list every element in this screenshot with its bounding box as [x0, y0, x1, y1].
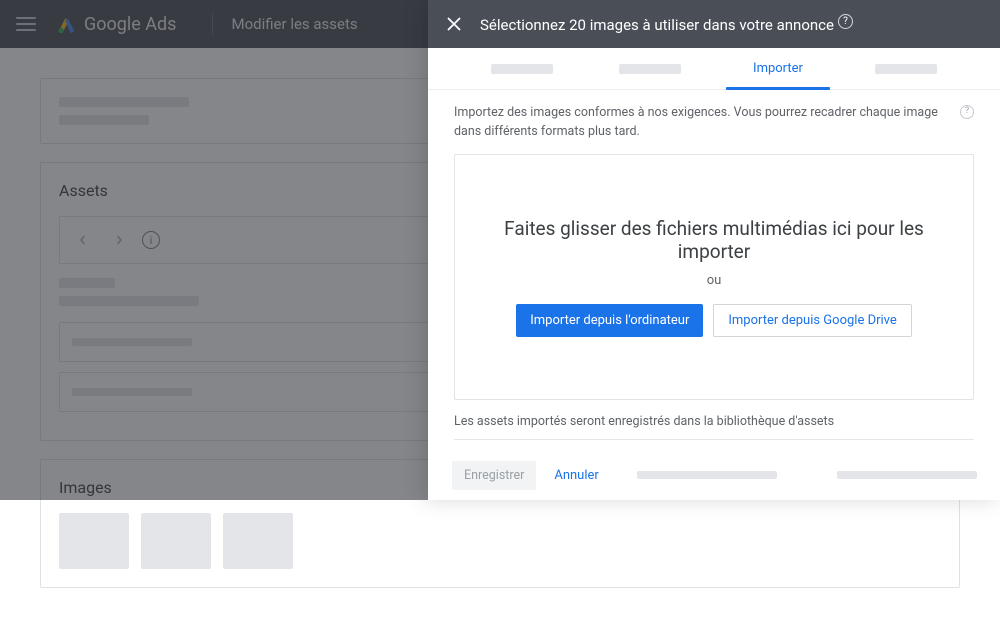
import-computer-button[interactable]: Importer depuis l'ordinateur [516, 304, 703, 337]
footer-placeholder [637, 471, 977, 479]
modal-footer: Enregistrer Annuler [428, 450, 1000, 500]
tab-placeholder[interactable] [586, 48, 714, 89]
tab-placeholder[interactable] [842, 48, 970, 89]
modal-tabs: Importer [428, 48, 1000, 90]
help-icon[interactable]: ? [838, 14, 853, 29]
dropzone-title: Faites glisser des fichiers multimédias … [475, 217, 953, 263]
help-icon[interactable]: ? [960, 105, 974, 119]
image-picker-modal: Sélectionnez 20 images à utiliser dans v… [428, 0, 1000, 500]
header-section: Modifier les assets [231, 15, 357, 33]
chevron-right-icon[interactable] [106, 227, 132, 253]
image-placeholder [141, 513, 211, 569]
save-button[interactable]: Enregistrer [452, 461, 536, 490]
tab-import[interactable]: Importer [714, 48, 842, 89]
dropzone[interactable]: Faites glisser des fichiers multimédias … [454, 154, 974, 401]
divider [454, 439, 974, 440]
header-divider [212, 13, 213, 35]
product-name: Google Ads [84, 14, 176, 35]
info-icon[interactable]: i [142, 231, 160, 249]
modal-header: Sélectionnez 20 images à utiliser dans v… [428, 0, 1000, 48]
image-placeholder [223, 513, 293, 569]
import-drive-button[interactable]: Importer depuis Google Drive [713, 304, 911, 337]
dropzone-or: ou [707, 273, 722, 288]
chevron-left-icon[interactable] [70, 227, 96, 253]
image-placeholder [59, 513, 129, 569]
modal-title: Sélectionnez 20 images à utiliser dans v… [480, 14, 986, 34]
product-logo: Google Ads [56, 13, 176, 35]
menu-icon[interactable] [16, 17, 36, 31]
library-note: Les assets importés seront enregistrés d… [454, 414, 974, 429]
close-icon[interactable] [442, 12, 466, 36]
intro-text: Importez des images conformes à nos exig… [454, 104, 974, 142]
ads-logo-icon [56, 13, 78, 35]
tab-placeholder[interactable] [458, 48, 586, 89]
cancel-button[interactable]: Annuler [554, 468, 598, 483]
